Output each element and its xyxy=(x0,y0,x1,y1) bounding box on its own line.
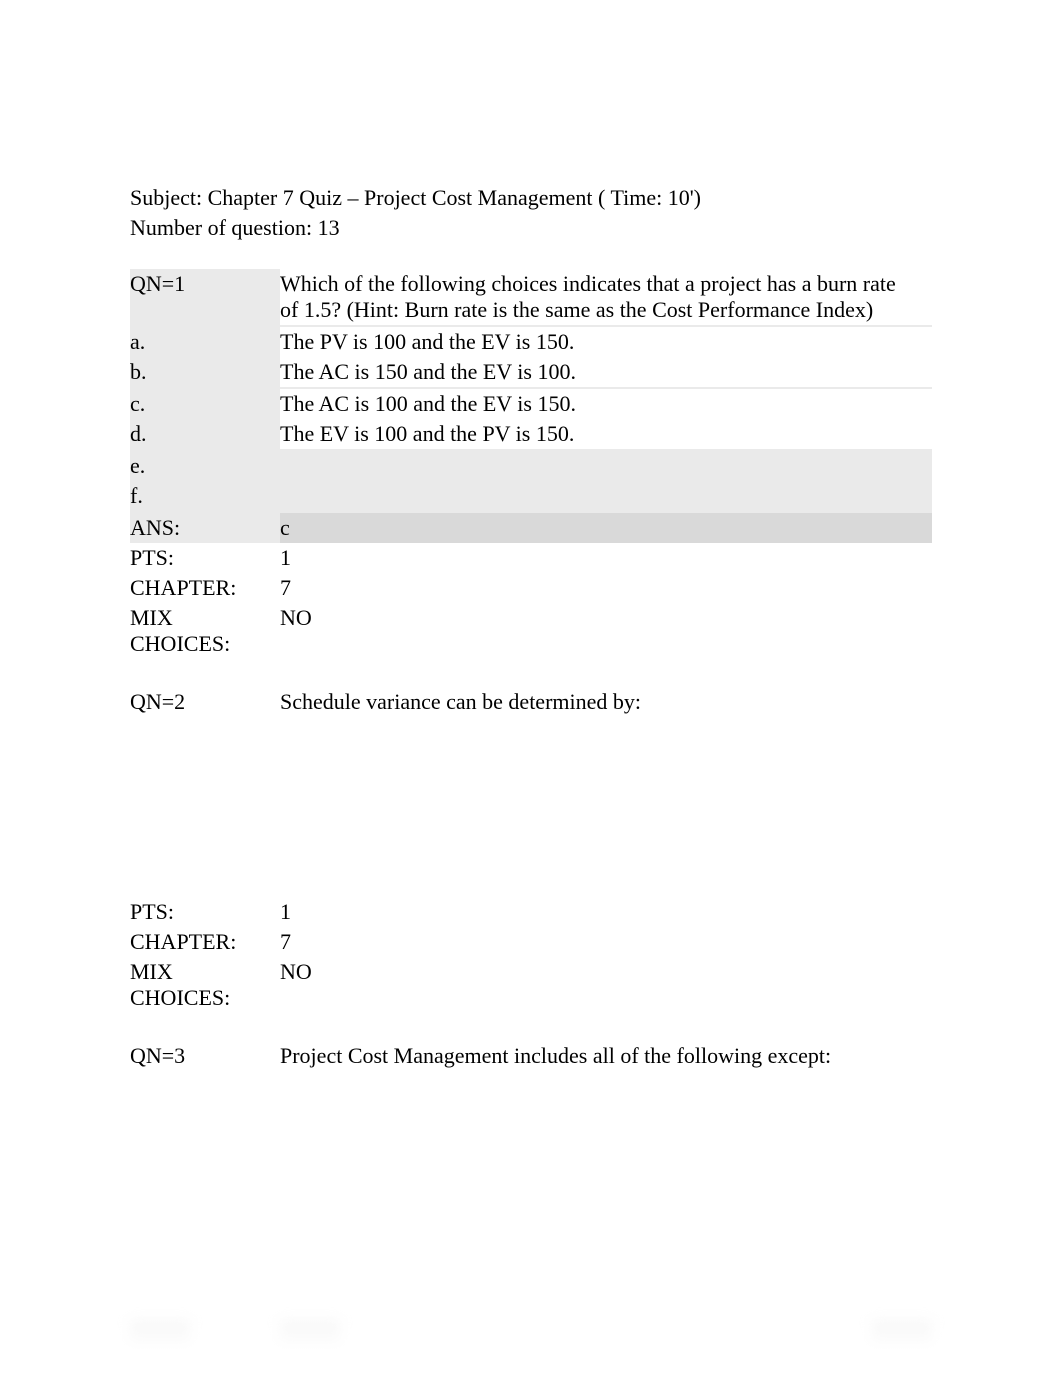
option-e-text xyxy=(280,451,932,481)
option-d-label: d. xyxy=(130,419,280,449)
option-a-text: The PV is 100 and the EV is 150. xyxy=(280,327,932,357)
question-text: Project Cost Management includes all of … xyxy=(280,1041,932,1071)
num-questions-line: Number of question: 13 xyxy=(130,215,932,241)
option-e-label: e. xyxy=(130,451,280,481)
subject-line: Subject: Chapter 7 Quiz – Project Cost M… xyxy=(130,185,932,211)
option-c-text: The AC is 100 and the EV is 150. xyxy=(280,389,932,419)
pts-value: 1 xyxy=(280,897,932,927)
question-2-block: QN=2 Schedule variance can be determined… xyxy=(130,687,932,1013)
question-3-block: QN=3 Project Cost Management includes al… xyxy=(130,1041,932,1071)
question-text: Which of the following choices indicates… xyxy=(280,271,932,297)
qn-label: QN=1 xyxy=(130,269,280,325)
pts-label: PTS: xyxy=(130,543,280,573)
chapter-value: 7 xyxy=(280,927,932,957)
chapter-label: CHAPTER: xyxy=(130,573,280,603)
option-b-text: The AC is 150 and the EV is 100. xyxy=(280,357,932,387)
question-text: Schedule variance can be determined by: xyxy=(280,687,932,717)
chapter-label: CHAPTER: xyxy=(130,927,280,957)
pts-label: PTS: xyxy=(130,897,280,927)
mix-choices-value: NO xyxy=(280,957,932,1013)
option-d-text: The EV is 100 and the PV is 150. xyxy=(280,419,932,449)
question-text: of 1.5? (Hint: Burn rate is the same as … xyxy=(280,297,932,323)
option-f-text xyxy=(280,481,932,511)
qn-label: QN=3 xyxy=(130,1041,280,1071)
option-a-label: a. xyxy=(130,327,280,357)
bottom-fade xyxy=(0,1297,1062,1377)
option-c-label: c. xyxy=(130,389,280,419)
answer-label: ANS: xyxy=(130,513,280,543)
option-b-label: b. xyxy=(130,357,280,387)
document-header: Subject: Chapter 7 Quiz – Project Cost M… xyxy=(130,185,932,241)
mix-choices-label: MIX CHOICES: xyxy=(130,603,280,659)
option-f-label: f. xyxy=(130,481,280,511)
question-1-block: QN=1 Which of the following choices indi… xyxy=(130,269,932,659)
answer-value: c xyxy=(280,513,932,543)
qn-label: QN=2 xyxy=(130,687,280,717)
chapter-value: 7 xyxy=(280,573,932,603)
mix-choices-label: MIX CHOICES: xyxy=(130,957,280,1013)
pts-value: 1 xyxy=(280,543,932,573)
mix-choices-value: NO xyxy=(280,603,932,659)
